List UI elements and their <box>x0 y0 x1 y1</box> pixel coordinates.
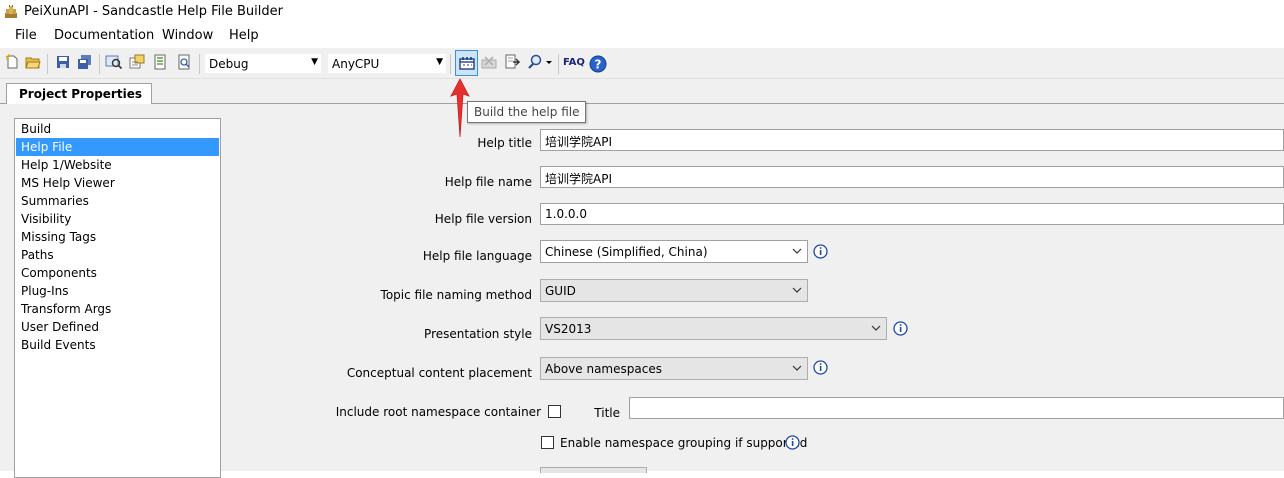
namespace-grouping-checkbox[interactable] <box>541 436 554 449</box>
cancel-build-icon <box>480 53 498 71</box>
presentation-style-label: Presentation style <box>424 327 532 341</box>
nav-item-help1-website[interactable]: Help 1/Website <box>16 156 219 174</box>
toolbar-separator <box>199 54 200 74</box>
chevron-down-icon <box>871 325 881 331</box>
topic-naming-label: Topic file naming method <box>380 288 532 302</box>
build-help-file-button[interactable] <box>455 50 478 76</box>
conceptual-placement-label: Conceptual content placement <box>346 366 532 380</box>
configuration-value: Debug <box>209 57 249 71</box>
nav-item-build[interactable]: Build <box>16 120 219 138</box>
help-file-name-label: Help file name <box>444 175 532 189</box>
toolbar-separator <box>47 54 48 74</box>
search-dropdown-button[interactable] <box>526 53 554 71</box>
presentation-style-value: VS2013 <box>545 322 592 336</box>
toolbar-separator <box>99 54 100 74</box>
build-icon <box>458 57 475 70</box>
info-icon[interactable] <box>813 360 828 375</box>
conceptual-placement-select[interactable]: Above namespaces <box>540 357 808 380</box>
root-namespace-checkbox[interactable] <box>548 405 561 418</box>
new-project-icon[interactable] <box>3 53 21 71</box>
help-icon[interactable]: ? <box>589 55 607 73</box>
nav-item-ms-help-viewer[interactable]: MS Help Viewer <box>16 174 219 192</box>
info-icon[interactable] <box>813 244 828 259</box>
nav-item-transform-args[interactable]: Transform Args <box>16 300 219 318</box>
nav-item-components[interactable]: Components <box>16 264 219 282</box>
platform-value: AnyCPU <box>332 57 380 71</box>
nav-item-plug-ins[interactable]: Plug-Ins <box>16 282 219 300</box>
content-layout-icon[interactable] <box>128 53 146 71</box>
root-title-label: Title <box>594 406 620 420</box>
help-file-language-label: Help file language <box>422 249 532 263</box>
help-title-input[interactable]: 培训学院API <box>540 129 1284 151</box>
help-file-name-input[interactable]: 培训学院API <box>540 166 1284 188</box>
faq-button[interactable]: FAQ <box>563 57 585 68</box>
document-edit-icon[interactable] <box>151 53 169 71</box>
nav-item-summaries[interactable]: Summaries <box>16 192 219 210</box>
entity-references-icon[interactable] <box>105 53 123 71</box>
nav-item-build-events[interactable]: Build Events <box>16 336 219 354</box>
root-namespace-label: Include root namespace container <box>335 405 541 419</box>
topic-naming-select[interactable]: GUID <box>540 279 808 302</box>
info-icon[interactable] <box>785 435 800 450</box>
conceptual-placement-value: Above namespaces <box>545 362 662 376</box>
sandcastle-app-icon <box>5 5 17 18</box>
save-icon[interactable] <box>54 53 72 71</box>
svg-text:?: ? <box>595 58 602 72</box>
save-all-icon[interactable] <box>76 53 94 71</box>
dropdown-arrow-icon: ▼ <box>311 57 318 67</box>
window-title: PeiXunAPI - Sandcastle Help File Builder <box>24 4 283 19</box>
build-tooltip: Build the help file <box>467 101 587 123</box>
info-icon[interactable] <box>893 321 908 336</box>
property-category-list[interactable]: Build Help File Help 1/Website MS Help V… <box>14 118 221 478</box>
menu-help[interactable]: Help <box>229 27 259 44</box>
toolbar-separator <box>450 54 451 74</box>
menu-documentation[interactable]: Documentation <box>54 27 154 44</box>
platform-combo[interactable]: AnyCPU ▼ <box>327 53 447 74</box>
root-title-input[interactable] <box>629 397 1284 419</box>
menu-file[interactable]: File <box>15 27 37 44</box>
configuration-combo[interactable]: Debug ▼ <box>204 53 322 74</box>
view-file-icon[interactable] <box>175 53 193 71</box>
document-tab-strip <box>0 79 1284 104</box>
help-file-version-label: Help file version <box>434 212 532 226</box>
help-file-language-value: Chinese (Simplified, China) <box>545 245 708 259</box>
nav-item-user-defined[interactable]: User Defined <box>16 318 219 336</box>
nav-item-paths[interactable]: Paths <box>16 246 219 264</box>
help-file-version-input[interactable]: 1.0.0.0 <box>540 203 1284 225</box>
presentation-style-select[interactable]: VS2013 <box>540 317 887 340</box>
help-file-language-select[interactable]: Chinese (Simplified, China) <box>540 240 808 263</box>
dropdown-arrow-icon: ▼ <box>436 57 443 67</box>
topic-naming-value: GUID <box>545 284 576 298</box>
chevron-down-icon <box>792 365 802 371</box>
chevron-down-icon <box>792 287 802 293</box>
open-project-icon[interactable] <box>24 53 42 71</box>
toolbar-separator <box>558 54 559 74</box>
view-help-file-icon[interactable] <box>503 53 521 71</box>
tab-project-properties[interactable]: Project Properties <box>6 83 152 105</box>
menu-window[interactable]: Window <box>162 27 213 44</box>
nav-item-missing-tags[interactable]: Missing Tags <box>16 228 219 246</box>
search-icon <box>528 54 552 69</box>
namespace-grouping-label: Enable namespace grouping if supported <box>560 436 808 450</box>
nav-item-help-file[interactable]: Help File <box>16 138 219 156</box>
next-control-edge <box>540 467 647 473</box>
help-title-label: Help title <box>477 136 532 150</box>
chevron-down-icon <box>792 248 802 254</box>
nav-item-visibility[interactable]: Visibility <box>16 210 219 228</box>
